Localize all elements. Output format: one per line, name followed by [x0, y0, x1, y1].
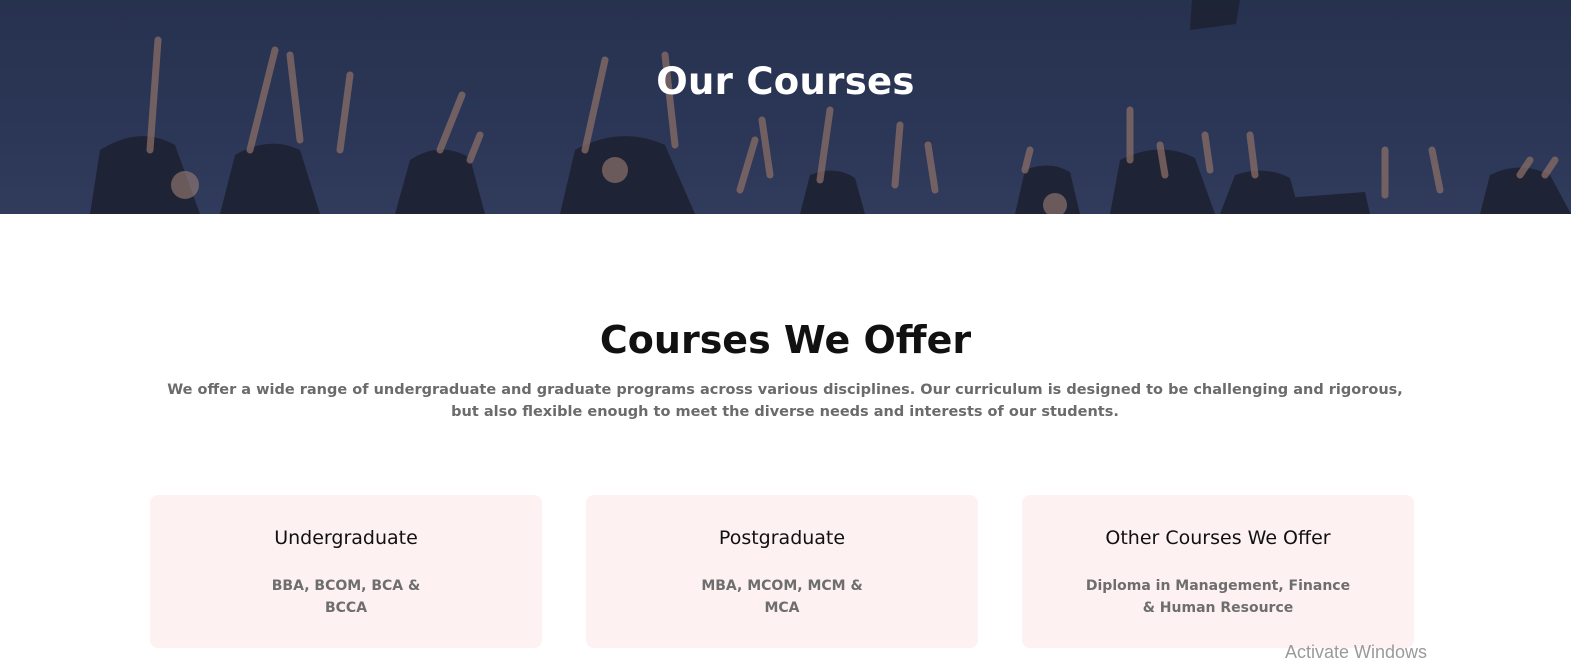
section-description: We offer a wide range of undergraduate a… — [167, 382, 1403, 420]
hero-banner: Our Courses — [0, 0, 1571, 214]
graduates-background-image — [90, 0, 1571, 214]
card-title: Other Courses We Offer — [1105, 527, 1331, 549]
page-title: Our Courses — [656, 60, 915, 103]
card-description: BBA, BCOM, BCA & BCCA — [271, 578, 421, 616]
course-card-other-courses[interactable]: Other Courses We Offer Diploma in Manage… — [1022, 495, 1414, 648]
course-card-postgraduate[interactable]: Postgraduate MBA, MCOM, MCM & MCA — [586, 495, 978, 648]
course-card-undergraduate[interactable]: Undergraduate BBA, BCOM, BCA & BCCA — [150, 495, 542, 648]
card-title: Postgraduate — [718, 527, 846, 549]
card-description: MBA, MCOM, MCM & MCA — [701, 578, 863, 616]
activate-windows-watermark: Activate Windows — [1285, 642, 1428, 662]
section-title: Courses We Offer — [599, 318, 972, 362]
card-description: Diploma in Management, Finance & Human R… — [1085, 578, 1351, 616]
card-title: Undergraduate — [274, 527, 418, 549]
